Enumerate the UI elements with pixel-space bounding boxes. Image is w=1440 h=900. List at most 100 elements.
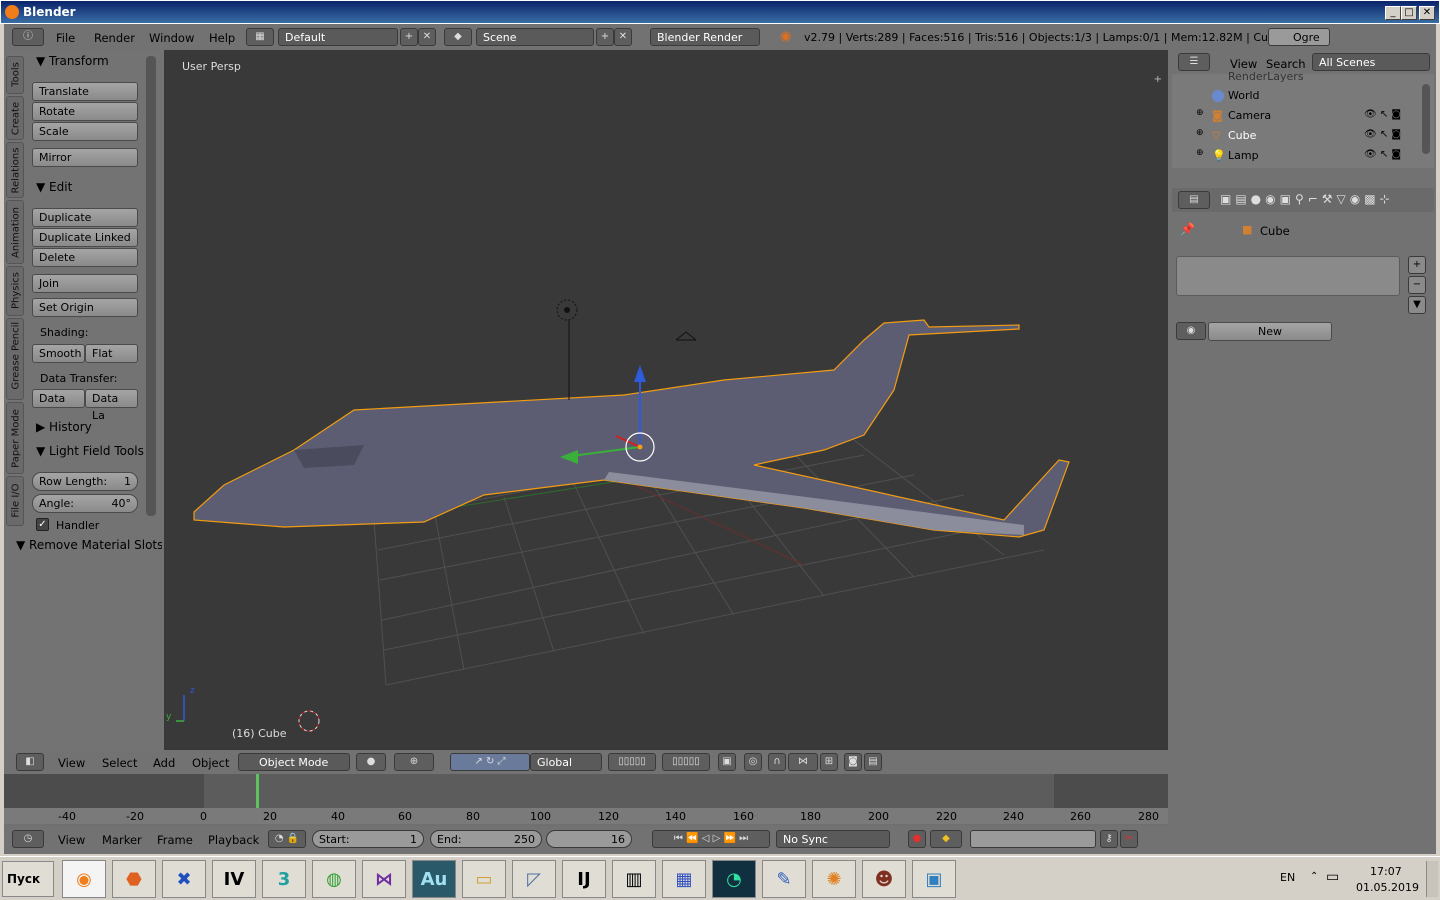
render-engine-select[interactable]: Blender Render (650, 28, 760, 46)
maximize-button[interactable]: □ (1401, 6, 1417, 20)
ogre-taskbar-icon[interactable]: ✺ (812, 860, 856, 898)
3d-viewport[interactable]: User Persp z y (16) Cube + (164, 50, 1168, 750)
history-panel-header[interactable]: ▶ History (36, 420, 92, 434)
photos-taskbar-icon[interactable]: ▣ (912, 860, 956, 898)
synth-taskbar-icon[interactable]: ▥ (612, 860, 656, 898)
add-material-slot-icon[interactable]: + (1408, 256, 1426, 274)
toolshelf-scrollbar[interactable] (146, 56, 156, 516)
timeline-editor[interactable]: -40 -20 0 20 40 60 80 100 120 140 160 18… (4, 774, 1168, 824)
handler-checkbox[interactable]: ✓ (36, 518, 49, 531)
screen-layout-icon[interactable]: ▦ (246, 28, 274, 46)
paper-taskbar-icon[interactable]: ◸ (512, 860, 556, 898)
menu-timeline-view[interactable]: View (58, 833, 85, 847)
delete-keyframe-icon[interactable]: ✂ (1120, 830, 1138, 848)
clock-time[interactable]: 17:07 (1370, 865, 1402, 878)
screen-layout-field[interactable]: Default (278, 28, 398, 46)
outliner-item-renderlayers[interactable]: RenderLayers (1228, 67, 1304, 87)
data-button[interactable]: Data (32, 389, 85, 408)
outliner-item-camera[interactable]: Camera (1228, 106, 1271, 126)
remove-screen-icon[interactable]: ✕ (418, 28, 436, 46)
tab-file-io[interactable]: File I/O (6, 476, 24, 526)
z-gizmo-head[interactable] (634, 365, 646, 382)
gta-taskbar-icon[interactable]: IV (212, 860, 256, 898)
light-field-panel-header[interactable]: ▼ Light Field Tools (36, 444, 144, 458)
transform-orientation-select[interactable]: Global (530, 753, 602, 771)
remove-material-panel-header[interactable]: ▼ Remove Material Slots (16, 538, 162, 552)
menu-file[interactable]: File (56, 31, 75, 45)
duplicate-button[interactable]: Duplicate (32, 208, 138, 227)
app-taskbar-icon[interactable]: ✖ (162, 860, 206, 898)
current-frame-field[interactable]: 16 (546, 830, 632, 848)
viewport-shading-icon[interactable]: ● (356, 753, 386, 771)
add-scene-icon[interactable]: + (596, 28, 614, 46)
menu-playback[interactable]: Playback (208, 833, 259, 847)
mirror-button[interactable]: Mirror (32, 148, 138, 167)
menu-view[interactable]: View (58, 756, 85, 770)
scene-icon[interactable]: ◆ (444, 28, 472, 46)
data-layout-button[interactable]: Data La (85, 389, 138, 422)
row-length-field[interactable]: Row Length: 1 (32, 472, 138, 491)
material-slots-list[interactable] (1176, 256, 1400, 296)
expand-icon[interactable]: ⊕ (1196, 148, 1204, 158)
pivot-point-icon[interactable]: ⊕ (394, 753, 434, 771)
render-opengl-icon[interactable]: ◙ (844, 753, 862, 771)
transform-manipulators-icon[interactable]: ↗ ↻ ⤢ (450, 753, 530, 771)
preview-range-icon[interactable]: ◔ 🔒 (268, 830, 306, 848)
delete-button[interactable]: Delete (32, 248, 138, 267)
paint-taskbar-icon[interactable]: ✎ (762, 860, 806, 898)
layer-buttons-b[interactable]: ▯▯▯▯▯ (662, 753, 710, 771)
show-desktop-button[interactable] (1426, 861, 1438, 897)
tab-grease-pencil[interactable]: Grease Pencil (6, 318, 24, 400)
expand-icon[interactable]: ⊕ (1196, 128, 1204, 138)
app-taskbar-icon[interactable]: ⬣ (112, 860, 156, 898)
tab-relations[interactable]: Relations (6, 142, 24, 198)
visual-studio-taskbar-icon[interactable]: ⋈ (362, 860, 406, 898)
browse-material-icon[interactable]: ◉ (1176, 322, 1206, 340)
layers-lock-icon[interactable]: ▣ (718, 753, 736, 771)
menu-help[interactable]: Help (209, 31, 235, 45)
end-frame-field[interactable]: End: 250 (430, 830, 542, 848)
speedometer-taskbar-icon[interactable]: ◔ (712, 860, 756, 898)
visibility-eye-icon[interactable]: 👁 ↖ ◙ (1364, 129, 1401, 140)
minimize-button[interactable]: _ (1385, 6, 1401, 20)
flat-button[interactable]: Flat (85, 344, 138, 363)
outliner-filter-select[interactable]: All Scenes (1312, 53, 1430, 71)
gta-avatar-taskbar-icon[interactable]: ☻ (862, 860, 906, 898)
edit-panel-header[interactable]: ▼ Edit (36, 180, 72, 194)
translate-button[interactable]: Translate (32, 82, 138, 101)
render-anim-icon[interactable]: ▤ (864, 753, 882, 771)
angle-field[interactable]: Angle: 40° (32, 494, 138, 513)
audition-taskbar-icon[interactable]: Au (412, 860, 456, 898)
tray-arrow-icon[interactable]: ⌃ (1310, 871, 1318, 882)
scale-button[interactable]: Scale (32, 122, 138, 141)
menu-render[interactable]: Render (94, 31, 135, 45)
visibility-eye-icon[interactable]: 👁 ↖ ◙ (1364, 149, 1401, 160)
keyboard-taskbar-icon[interactable]: ▦ (662, 860, 706, 898)
editor-type-3dview-icon[interactable]: ◧ (16, 753, 44, 771)
properties-context-tabs[interactable]: ▣▤●◉▣⚲⌐⚒▽◉▩⊹ (1220, 192, 1394, 206)
material-specials-icon[interactable]: ▼ (1408, 296, 1426, 314)
ogre-button[interactable]: Ogre (1268, 28, 1330, 46)
pin-icon[interactable]: 📌 (1180, 222, 1195, 236)
new-material-button[interactable]: New (1208, 322, 1332, 341)
blender-taskbar-icon[interactable]: ◉ (62, 860, 106, 898)
current-frame-indicator[interactable] (256, 774, 259, 808)
globe-taskbar-icon[interactable]: ◍ (312, 860, 356, 898)
menu-select[interactable]: Select (102, 756, 137, 770)
insert-keyframe-icon[interactable]: ⚷ (1100, 830, 1118, 848)
outliner-item-cube[interactable]: Cube (1228, 126, 1256, 146)
menu-window[interactable]: Window (149, 31, 194, 45)
visibility-eye-icon[interactable]: 👁 ↖ ◙ (1364, 109, 1401, 120)
snap-icon[interactable]: ∩ (768, 753, 786, 771)
remove-scene-icon[interactable]: ✕ (614, 28, 632, 46)
record-icon[interactable]: ● (908, 830, 926, 848)
expand-icon[interactable]: ⊕ (1196, 108, 1204, 118)
rotate-button[interactable]: Rotate (32, 102, 138, 121)
scene-field[interactable]: Scene (476, 28, 594, 46)
tab-create[interactable]: Create (6, 96, 24, 140)
playback-controls[interactable]: ⏮ ⏪ ◁ ▷ ⏩ ⏭ (652, 830, 770, 848)
camera-object[interactable] (675, 331, 697, 341)
transform-panel-header[interactable]: ▼ Transform (36, 54, 109, 68)
outliner-item-world[interactable]: World (1228, 86, 1260, 106)
menu-marker[interactable]: Marker (102, 833, 142, 847)
